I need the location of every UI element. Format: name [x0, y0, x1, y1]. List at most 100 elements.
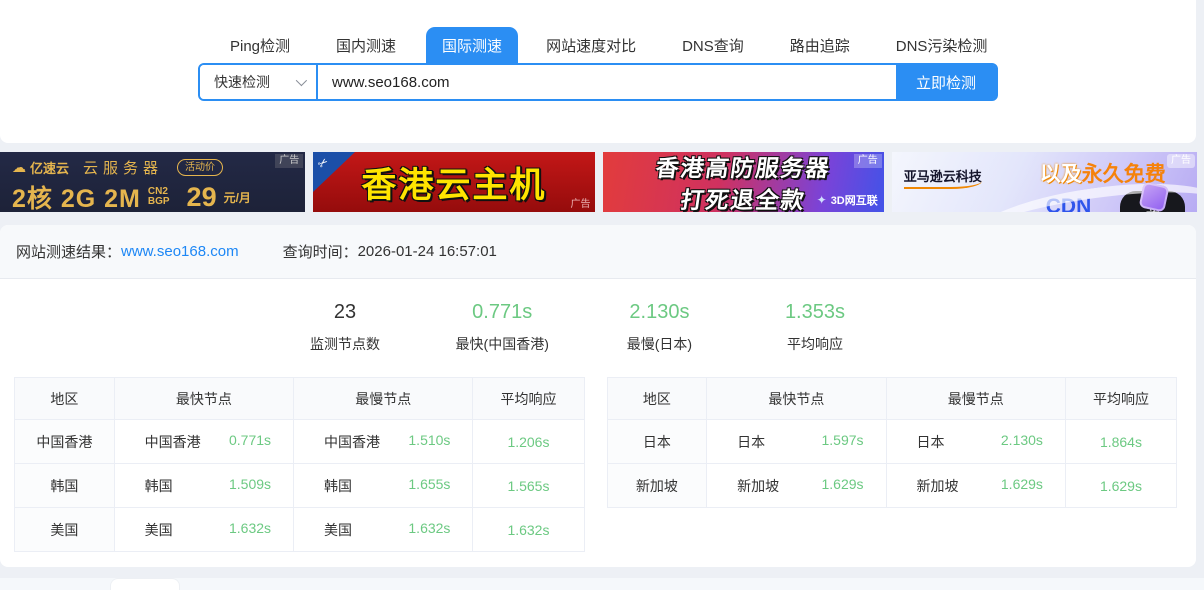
- ad-price-tag: 活动价: [177, 159, 223, 176]
- table-row: 中国香港 中国香港 0.771s 中国香港1.510s1.206s: [15, 420, 585, 464]
- cube-icon: [1139, 182, 1170, 212]
- node-value: 1.632s: [229, 520, 271, 536]
- node-value: 1.655s: [408, 476, 450, 492]
- summary-stats: 23 监测节点数 0.771s 最快(中国香港) 2.130s 最慢(日本) 1…: [300, 301, 860, 354]
- avg-cell: 1.629s: [1065, 464, 1176, 508]
- cloud-icon: ☁: [12, 159, 26, 176]
- tab-ping[interactable]: Ping检测: [228, 27, 292, 63]
- ad-banner-row: 广告 ☁亿速云 云服务器 活动价 2核 2G 2M CN2BGP 29 元/月 …: [0, 152, 1197, 212]
- node-value: 1.632s: [408, 520, 450, 536]
- ad-product: 云服务器: [83, 157, 163, 178]
- ad-price: 29: [187, 182, 217, 213]
- detect-mode-select[interactable]: 快速检测: [200, 65, 318, 99]
- node-name: 中国香港: [145, 432, 201, 452]
- bottom-section-tab[interactable]: [110, 578, 180, 590]
- node-value: 1.597s: [822, 432, 864, 448]
- col-fastest-node: 最快节点: [114, 378, 293, 420]
- query-time-value: 2026-01-24 16:57:01: [358, 243, 497, 260]
- ad-banner-yisuyun[interactable]: 广告 ☁亿速云 云服务器 活动价 2核 2G 2M CN2BGP 29 元/月: [0, 152, 305, 212]
- table-row: 日本日本1.597s日本2.130s1.864s: [607, 420, 1177, 464]
- slow-node-cell: 中国香港1.510s: [294, 420, 473, 464]
- node-name: 新加坡: [737, 476, 779, 496]
- avg-value: 1.632s: [507, 522, 549, 538]
- node-value: 1.629s: [1001, 476, 1043, 492]
- avg-value: 1.864s: [1100, 434, 1142, 450]
- speedtest-panel: Ping检测 国内测速 国际测速 网站速度对比 DNS查询 路由追踪 DNS污染…: [0, 0, 1196, 143]
- ad-spec: 2核 2G 2M: [12, 179, 141, 212]
- avg-cell: 1.565s: [473, 464, 584, 508]
- ad-banner-hk-cloud[interactable]: ✂ 香港云主机 广告: [313, 152, 594, 212]
- speed-result-panel: 网站测速结果： www.seo168.com 查询时间： 2026-01-24 …: [0, 225, 1196, 567]
- node-value: 0.771s: [229, 432, 271, 448]
- result-label: 网站测速结果：: [16, 241, 121, 262]
- stat-node-count: 23 监测节点数: [300, 301, 390, 354]
- next-section-strip: [0, 578, 1204, 590]
- region-cell: 日本: [607, 420, 707, 464]
- search-bar: 快速检测 立即检测: [198, 63, 998, 101]
- result-header: 网站测速结果： www.seo168.com 查询时间： 2026-01-24 …: [0, 225, 1196, 279]
- detect-mode-value: 快速检测: [214, 72, 270, 92]
- slow-node-cell: 美国1.632s: [294, 508, 473, 552]
- tab-dns-query[interactable]: DNS查询: [680, 27, 746, 63]
- col-average: 平均响应: [473, 378, 584, 420]
- region-cell: 美国: [15, 508, 115, 552]
- col-slowest-node: 最慢节点: [886, 378, 1065, 420]
- fast-node-cell: 美国 1.632s: [114, 508, 293, 552]
- tab-domestic-speed[interactable]: 国内测速: [334, 27, 398, 63]
- avg-cell: 1.864s: [1065, 420, 1176, 464]
- table-row: 美国美国1.632s美国1.632s1.632s: [15, 508, 585, 552]
- tab-route-trace[interactable]: 路由追踪: [788, 27, 852, 63]
- yisuyun-logo: ☁亿速云: [12, 158, 69, 177]
- region-cell: 新加坡: [607, 464, 707, 508]
- col-average: 平均响应: [1065, 378, 1176, 420]
- ad-badge: 广告: [1167, 154, 1195, 168]
- region-table-right: 地区 最快节点 最慢节点 平均响应 日本日本1.597s日本2.130s1.86…: [607, 377, 1178, 508]
- node-name: 美国: [145, 520, 173, 540]
- stat-average: 1.353s 平均响应: [770, 301, 860, 354]
- node-name: 日本: [917, 432, 945, 452]
- chevron-down-icon: [296, 75, 307, 86]
- avg-cell: 1.632s: [473, 508, 584, 552]
- col-region: 地区: [607, 378, 707, 420]
- tab-dns-pollution[interactable]: DNS污染检测: [894, 27, 990, 63]
- avg-cell: 1.206s: [473, 420, 584, 464]
- slow-node-cell: 韩国 1.655s: [294, 464, 473, 508]
- stat-slowest: 2.130s 最慢(日本): [614, 301, 704, 354]
- table-header-row: 地区 最快节点 最慢节点 平均响应: [15, 378, 585, 420]
- node-name: 韩国: [145, 476, 173, 496]
- col-region: 地区: [15, 378, 115, 420]
- node-name: 新加坡: [917, 476, 959, 496]
- ad-title: 香港云主机: [361, 157, 546, 208]
- table-row: 韩国韩国1.509s韩国1.655s1.565s: [15, 464, 585, 508]
- ad-line2: 打死退全款: [678, 181, 808, 212]
- avg-value: 1.629s: [1100, 478, 1142, 494]
- node-name: 韩国: [324, 476, 352, 496]
- node-value: 1.510s: [408, 432, 450, 448]
- ad-price-unit: 元/月: [224, 189, 251, 206]
- ad-brand-logo: ✦3D网互联: [817, 192, 878, 208]
- region-cell: 中国香港: [15, 420, 115, 464]
- fast-node-cell: 新加坡 1.629s: [707, 464, 886, 508]
- table-row: 新加坡 新加坡 1.629s 新加坡 1.629s 1.629s: [607, 464, 1177, 508]
- url-input[interactable]: [318, 65, 896, 99]
- ad-badge: 广告: [854, 154, 882, 168]
- slow-node-cell: 新加坡 1.629s: [886, 464, 1065, 508]
- ad-spec-small: CN2BGP: [148, 187, 170, 208]
- fast-node-cell: 日本1.597s: [707, 420, 886, 464]
- tab-international-speed[interactable]: 国际测速: [426, 27, 518, 63]
- ad-banner-aws-cdn[interactable]: 广告 亚马逊云科技 以及永久免费 CDN加速服务 立即注册: [892, 152, 1197, 212]
- col-slowest-node: 最慢节点: [294, 378, 473, 420]
- tool-tabs: Ping检测 国内测速 国际测速 网站速度对比 DNS查询 路由追踪 DNS污染…: [0, 27, 1196, 63]
- node-value: 2.130s: [1001, 432, 1043, 448]
- tab-site-speed-compare[interactable]: 网站速度对比: [544, 27, 638, 63]
- ad-banner-hk-gaofang[interactable]: 广告 香港高防服务器 打死退全款 ✦3D网互联: [603, 152, 884, 212]
- slow-node-cell: 日本 2.130s: [886, 420, 1065, 464]
- stat-fastest: 0.771s 最快(中国香港): [456, 301, 549, 354]
- node-value: 1.629s: [822, 476, 864, 492]
- tested-url-link[interactable]: www.seo168.com: [121, 243, 239, 260]
- ad-line1: 香港高防服务器: [653, 152, 833, 183]
- detect-now-button[interactable]: 立即检测: [896, 65, 996, 99]
- region-cell: 韩国: [15, 464, 115, 508]
- aws-logo: 亚马逊云科技: [904, 166, 982, 189]
- avg-value: 1.565s: [507, 478, 549, 494]
